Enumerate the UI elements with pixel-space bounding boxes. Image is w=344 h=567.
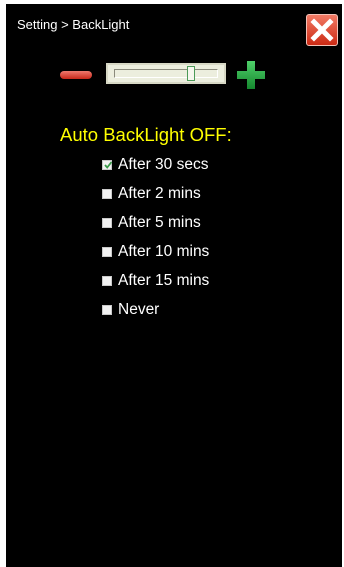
brightness-slider[interactable] xyxy=(106,63,226,84)
option-checkbox[interactable] xyxy=(102,188,112,199)
option-checkbox[interactable] xyxy=(102,304,112,315)
auto-off-options: After 30 secs After 2 mins After 5 mins Aft… xyxy=(102,150,209,324)
auto-off-option[interactable]: After 5 mins xyxy=(102,208,209,237)
increase-brightness-button[interactable] xyxy=(235,59,267,91)
plus-icon xyxy=(237,61,265,89)
minus-icon xyxy=(60,71,92,79)
close-button[interactable] xyxy=(306,14,338,46)
option-label: After 30 secs xyxy=(118,155,209,173)
slider-thumb[interactable] xyxy=(186,66,195,81)
option-checkbox[interactable] xyxy=(102,275,112,286)
breadcrumb: Setting > BackLight xyxy=(17,17,130,32)
option-label: Never xyxy=(118,300,160,318)
auto-off-option[interactable]: Never xyxy=(102,295,209,324)
auto-off-option[interactable]: After 15 mins xyxy=(102,266,209,295)
option-label: After 10 mins xyxy=(118,242,210,260)
decrease-brightness-button[interactable] xyxy=(59,64,95,86)
option-checkbox[interactable] xyxy=(102,217,112,228)
backlight-screen: Setting > BackLight Auto BackLight OFF: … xyxy=(6,4,342,567)
slider-track xyxy=(114,69,218,78)
option-label: After 2 mins xyxy=(118,184,201,202)
option-checkbox[interactable] xyxy=(102,246,112,257)
auto-off-option[interactable]: After 10 mins xyxy=(102,237,209,266)
checkmark-icon xyxy=(104,160,113,169)
auto-off-heading: Auto BackLight OFF: xyxy=(60,124,232,145)
close-x-icon xyxy=(310,18,334,42)
option-checkbox[interactable] xyxy=(102,159,113,170)
auto-off-option[interactable]: After 30 secs xyxy=(102,150,209,179)
option-label: After 15 mins xyxy=(118,271,210,289)
option-label: After 5 mins xyxy=(118,213,201,231)
auto-off-option[interactable]: After 2 mins xyxy=(102,179,209,208)
